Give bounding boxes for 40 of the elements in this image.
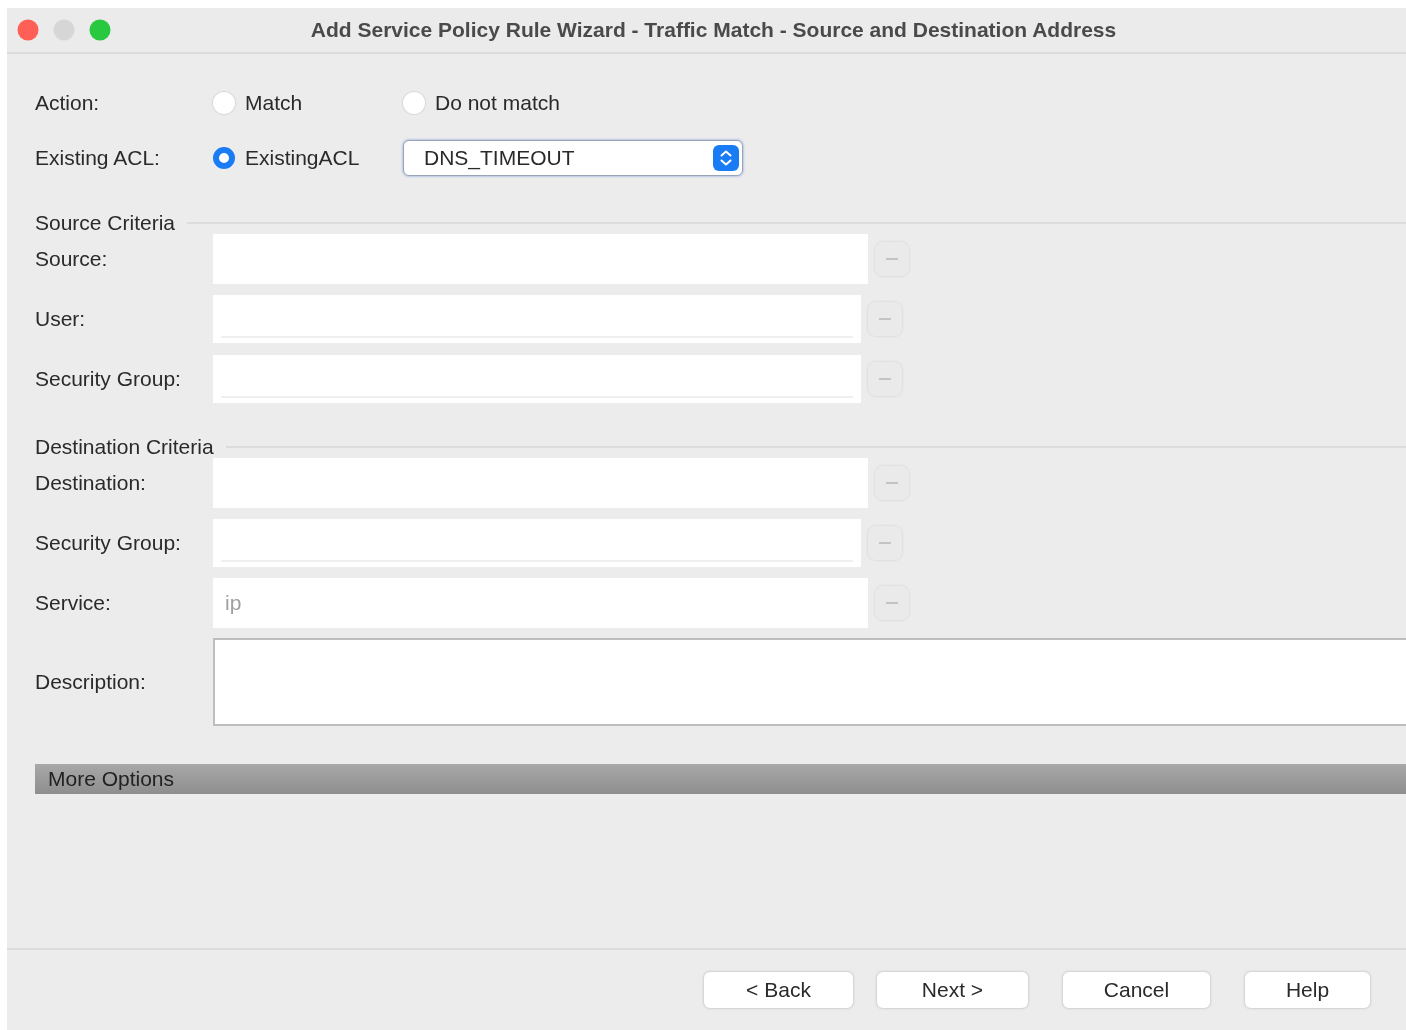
field-label: Destination: xyxy=(35,471,147,495)
dash-icon xyxy=(886,601,898,605)
dash-icon xyxy=(879,317,891,321)
dropdown-arrows-icon xyxy=(713,145,739,171)
zoom-icon[interactable] xyxy=(89,19,111,41)
radio-option[interactable]: Match xyxy=(213,91,403,115)
browse-button[interactable] xyxy=(875,242,909,276)
field-label: Existing ACL: xyxy=(35,146,161,170)
dash-icon xyxy=(886,257,898,261)
field-label: Security Group: xyxy=(35,531,182,555)
acl-dropdown[interactable]: DNS_TIMEOUT xyxy=(403,140,743,176)
dash-icon xyxy=(879,541,891,545)
browse-button[interactable] xyxy=(868,362,902,396)
field-label: User: xyxy=(35,307,87,331)
radio-icon[interactable] xyxy=(213,92,235,114)
browse-button[interactable] xyxy=(868,526,902,560)
dash-icon xyxy=(879,377,891,381)
window-title: Add Service Policy Rule Wizard - Traffic Match - Source and Destination Address xyxy=(309,18,1118,42)
wizard-button[interactable]: Cancel xyxy=(1063,972,1210,1008)
close-icon[interactable] xyxy=(17,19,39,41)
wizard-button[interactable]: Help xyxy=(1245,972,1370,1008)
field-label: Description: xyxy=(35,670,147,694)
dash-icon xyxy=(886,481,898,485)
wizard-button[interactable]: < Back xyxy=(704,972,853,1008)
section-heading: Source Criteria xyxy=(35,211,176,235)
field-label: Action: xyxy=(35,91,101,115)
browse-button[interactable] xyxy=(868,302,902,336)
browse-button[interactable] xyxy=(875,586,909,620)
more-options-bar[interactable]: More Options xyxy=(35,764,1406,794)
field-label: Service: xyxy=(35,591,112,615)
field-label: Security Group: xyxy=(35,367,182,391)
field-label: Source: xyxy=(35,247,109,271)
section-heading: Destination Criteria xyxy=(35,435,214,459)
radio-option[interactable]: ExistingACL xyxy=(213,146,403,170)
wizard-button[interactable]: Next > xyxy=(877,972,1028,1008)
description-field[interactable] xyxy=(213,638,1406,726)
radio-icon[interactable] xyxy=(213,147,235,169)
radio-option[interactable]: Do not match xyxy=(403,91,560,115)
radio-icon[interactable] xyxy=(403,92,425,114)
browse-button[interactable] xyxy=(875,466,909,500)
